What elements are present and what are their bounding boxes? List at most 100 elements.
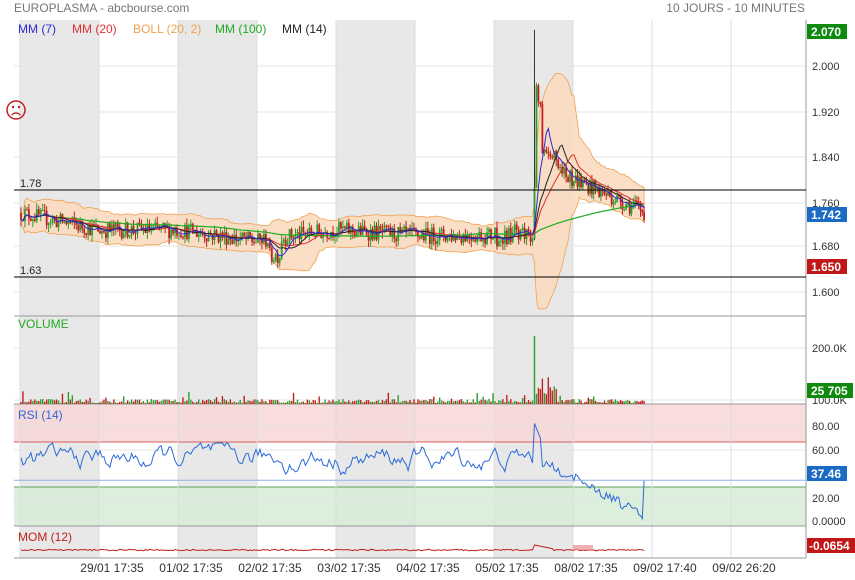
- volume-bar: [267, 402, 269, 404]
- candle-body: [229, 238, 232, 241]
- badge-volume: 25 705: [807, 383, 853, 398]
- volume-bar: [616, 401, 618, 404]
- candle-body: [643, 212, 645, 220]
- volume-bar: [547, 377, 550, 404]
- rsi-tick-20: 20.00: [812, 493, 840, 505]
- candle-body: [99, 231, 101, 234]
- volume-bar: [257, 400, 259, 404]
- candle-body: [440, 229, 443, 231]
- volume-bar: [464, 402, 467, 404]
- volume-bar: [405, 400, 407, 404]
- volume-bar: [243, 395, 245, 404]
- candle-body: [215, 230, 218, 234]
- volume-bar: [567, 399, 569, 404]
- volume-bar: [375, 400, 378, 404]
- rsi-overbought-zone: [14, 404, 806, 442]
- volume-bar: [93, 402, 95, 404]
- y-tick-2000: 2.000: [812, 61, 840, 73]
- volume-bar: [186, 400, 188, 404]
- candle-body: [403, 226, 406, 229]
- candle-body: [328, 237, 330, 239]
- volume-bar: [117, 402, 119, 404]
- candle-body: [201, 233, 204, 235]
- volume-bar: [582, 402, 584, 404]
- volume-bar: [519, 402, 522, 404]
- volume-bar: [609, 399, 611, 404]
- candle-body: [87, 225, 90, 235]
- volume-bar: [201, 399, 204, 404]
- candle-body: [310, 227, 313, 235]
- volume-bar: [209, 400, 212, 404]
- volume-bar: [466, 399, 469, 404]
- volume-bar: [634, 400, 636, 404]
- y-tick-1920: 1.920: [812, 107, 840, 119]
- volume-bar: [164, 399, 166, 404]
- legend-mm100: MM (100): [215, 22, 266, 36]
- candle-body: [274, 254, 277, 261]
- volume-bar: [288, 400, 291, 404]
- y-tick-1680: 1.680: [812, 241, 840, 253]
- volume-bar: [160, 400, 162, 404]
- volume-bar: [136, 399, 139, 404]
- volume-bar: [95, 402, 97, 404]
- volume-bar: [53, 400, 56, 404]
- volume-bar: [97, 402, 99, 404]
- candle-body: [612, 202, 615, 205]
- candle-body: [531, 238, 534, 242]
- volume-bar: [121, 401, 123, 404]
- volume-bar: [576, 402, 579, 404]
- volume-bar: [460, 399, 463, 404]
- candle-body: [379, 226, 382, 230]
- volume-bar: [192, 401, 194, 404]
- badge-mom: -0.0654: [807, 538, 855, 553]
- volume-bar: [383, 401, 386, 404]
- volume-bar: [354, 400, 356, 404]
- candle-body: [105, 232, 107, 238]
- volume-bar: [42, 399, 44, 404]
- volume-bar: [63, 402, 66, 404]
- candle-body: [221, 232, 224, 238]
- volume-bar: [425, 400, 427, 404]
- volume-bar: [573, 399, 575, 404]
- volume-bar: [643, 400, 645, 404]
- volume-bar: [596, 402, 598, 404]
- candle-body: [559, 166, 562, 169]
- candle-body: [24, 209, 26, 222]
- volume-bar: [221, 396, 224, 404]
- volume-bar: [580, 400, 582, 404]
- volume-bar: [627, 400, 629, 404]
- candle-body: [501, 240, 504, 244]
- volume-bar: [346, 402, 348, 404]
- candle-body: [641, 210, 644, 213]
- volume-bar: [138, 399, 141, 404]
- volume-bar: [279, 402, 281, 404]
- volume-bar: [521, 398, 524, 404]
- candle-body: [377, 226, 380, 240]
- volume-bar: [541, 378, 544, 404]
- candle-body: [225, 232, 228, 245]
- volume-bar: [373, 402, 376, 404]
- badge-high-text: 2.070: [811, 25, 841, 39]
- candle-body: [178, 235, 180, 237]
- candle-body: [130, 226, 133, 236]
- candle-body: [39, 210, 42, 215]
- volume-bar: [140, 402, 143, 404]
- volume-bar: [119, 401, 121, 404]
- volume-bar: [130, 399, 133, 404]
- volume-bar: [172, 400, 174, 404]
- volume-bar: [413, 399, 415, 404]
- candle-body: [399, 227, 402, 231]
- volume-bar: [502, 399, 504, 404]
- volume-bar: [486, 400, 488, 404]
- volume-bar: [399, 402, 401, 404]
- volume-bar: [427, 401, 429, 404]
- volume-bar: [421, 400, 423, 404]
- badge-volume-text: 25 705: [811, 384, 848, 398]
- candle-body: [535, 85, 538, 188]
- volume-bar: [28, 401, 30, 404]
- volume-bar: [45, 399, 48, 404]
- volume-bar: [630, 402, 633, 404]
- candle-body: [565, 167, 567, 177]
- candle-body: [286, 242, 289, 246]
- volume-bar: [523, 395, 526, 404]
